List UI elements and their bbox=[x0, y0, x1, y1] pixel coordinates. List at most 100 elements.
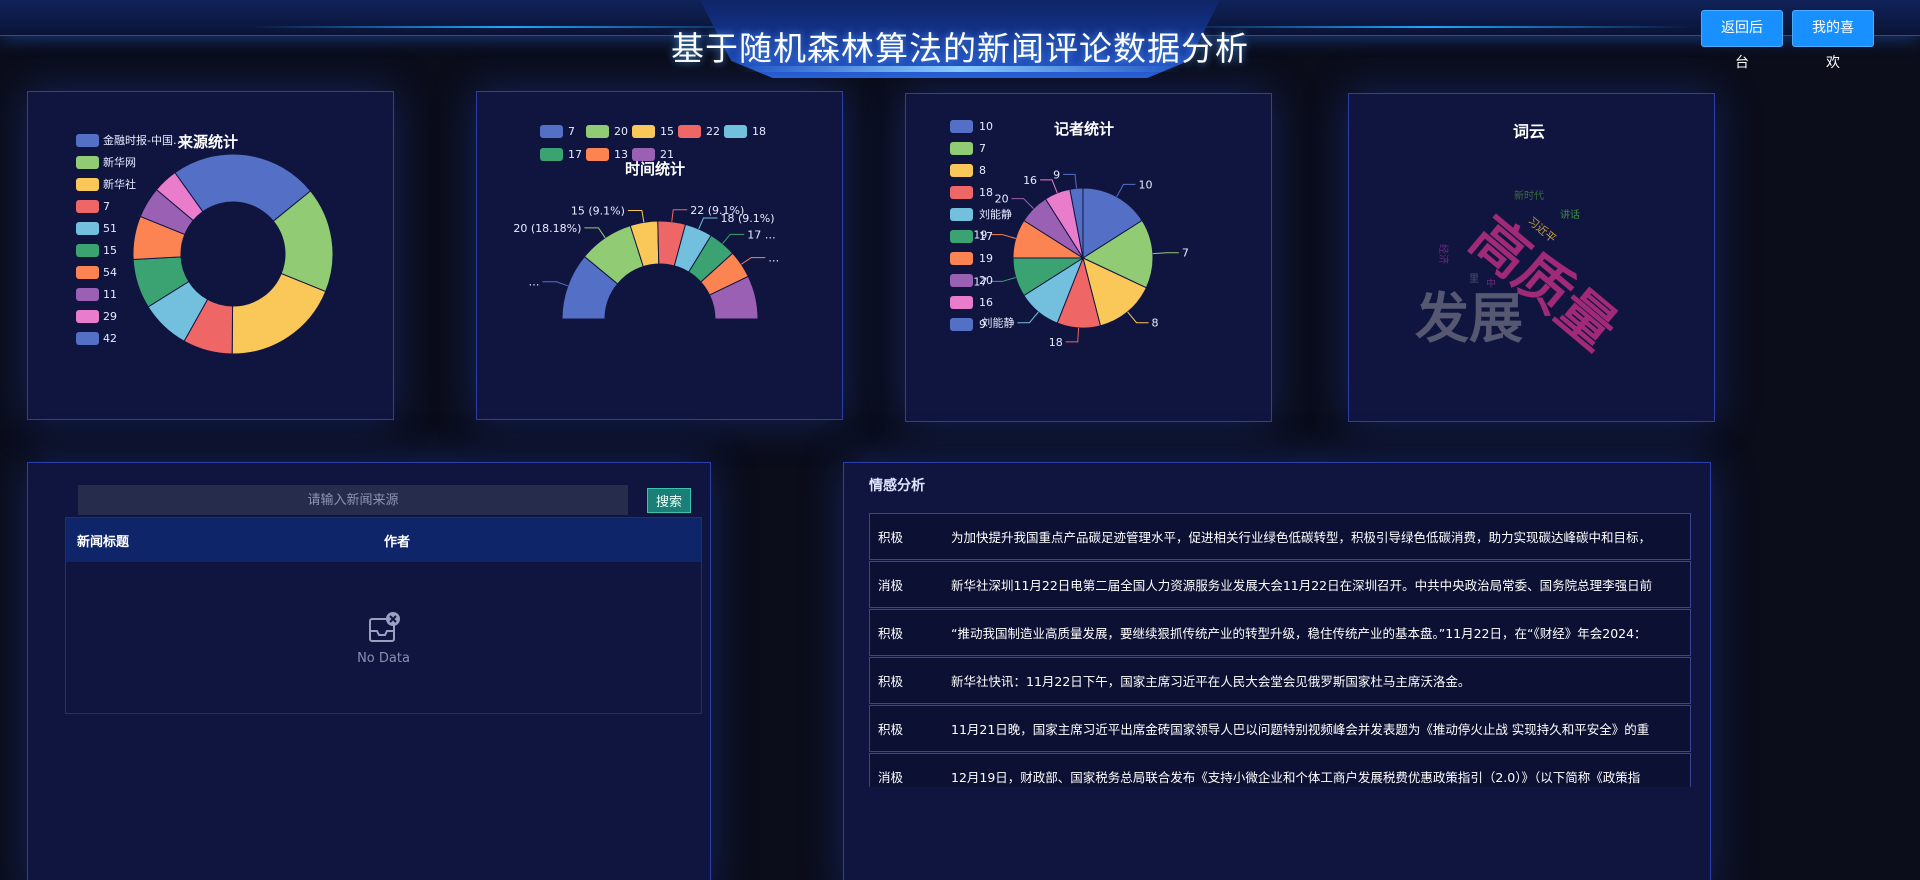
news-search-panel: 搜索 新闻标题 作者 No Data bbox=[27, 462, 711, 880]
legend-label: 17 bbox=[568, 148, 582, 161]
time-data-label: 18 (9.1%) bbox=[720, 212, 774, 225]
legend-swatch[interactable] bbox=[540, 125, 563, 138]
label-line bbox=[1116, 183, 1136, 197]
legend-label: 9 bbox=[979, 318, 986, 331]
legend-label: 7 bbox=[103, 200, 110, 213]
legend-swatch[interactable] bbox=[678, 125, 701, 138]
label-line bbox=[1127, 311, 1149, 324]
legend-swatch[interactable] bbox=[76, 266, 99, 279]
label-line bbox=[1011, 198, 1034, 209]
legend-swatch[interactable] bbox=[76, 134, 99, 147]
column-header-author[interactable]: 作者 bbox=[384, 531, 701, 550]
legend-label: 7 bbox=[979, 142, 986, 155]
legend-label: 42 bbox=[103, 332, 117, 345]
time-stats-chart: …20 (18.18%)15 (9.1%) 22 (9.1%)18 (9.1%)1… bbox=[513, 125, 779, 320]
sentiment-label: 积极 bbox=[878, 530, 904, 545]
label-line bbox=[990, 234, 1016, 239]
reporter-data-label: 16 bbox=[1023, 174, 1037, 187]
sentiment-label: 积极 bbox=[878, 722, 904, 737]
legend-swatch[interactable] bbox=[950, 120, 973, 133]
time-data-label: … bbox=[768, 252, 779, 265]
label-line bbox=[584, 227, 606, 239]
empty-state: No Data bbox=[66, 562, 701, 714]
legend-swatch[interactable] bbox=[76, 222, 99, 235]
legend-swatch[interactable] bbox=[950, 164, 973, 177]
legend-label: 19 bbox=[979, 252, 993, 265]
legend-label: 17 bbox=[979, 230, 993, 243]
reporter-data-label: 7 bbox=[1182, 247, 1189, 260]
legend-label: 20 bbox=[979, 274, 993, 287]
legend-swatch[interactable] bbox=[586, 125, 609, 138]
legend-swatch[interactable] bbox=[76, 156, 99, 169]
source-stats-panel: 金融时报-中国… 新华网 新华社 7 51 15 54 11 29 42 来源统计 bbox=[27, 91, 394, 420]
sentiment-row[interactable]: 积极 为加快提升我国重点产品碳足迹管理水平，促进相关行业绿色低碳转型，积极引导绿色… bbox=[869, 513, 1691, 560]
word-jianghua: 讲话 bbox=[1560, 208, 1580, 221]
label-line bbox=[542, 281, 568, 287]
legend-swatch[interactable] bbox=[76, 288, 99, 301]
legend-label: 新华网 bbox=[103, 155, 136, 169]
legend-swatch[interactable] bbox=[950, 230, 973, 243]
legend-label: 18 bbox=[979, 186, 993, 199]
legend-label: 22 bbox=[706, 125, 720, 138]
legend-swatch[interactable] bbox=[76, 244, 99, 257]
legend-label: 10 bbox=[979, 120, 993, 133]
reporter-data-label: 8 bbox=[1152, 317, 1159, 330]
reporter-stats-panel: 10 7 8 18 刘能静 17 19 20 16 9 10 7 8 18 刘能静 17 19 20 16 9 记者统计 bbox=[905, 93, 1272, 422]
back-to-admin-button[interactable]: 返回后台 bbox=[1701, 10, 1783, 71]
sentiment-row[interactable]: 积极 “推动我国制造业高质量发展，要继续狠抓传统产业的转型升级，稳住传统产业的基本… bbox=[869, 609, 1691, 656]
legend-label: 金融时报-中国… bbox=[103, 133, 184, 147]
legend-swatch[interactable] bbox=[950, 318, 973, 331]
legend-swatch[interactable] bbox=[950, 252, 973, 265]
reporter-data-label: 刘能静 bbox=[981, 316, 1014, 330]
time-data-label: … bbox=[529, 276, 540, 289]
wordcloud-chart: 词云 高质量 发展 习近平 讲话 新时代 经济 中 里 bbox=[1415, 122, 1628, 363]
label-line bbox=[722, 233, 745, 244]
sentiment-row[interactable]: 积极 新华社快讯：11月22日下午，国家主席习近平在人民大会堂会见俄罗斯国家杜马主… bbox=[869, 657, 1691, 704]
legend-swatch[interactable] bbox=[586, 148, 609, 161]
legend-swatch[interactable] bbox=[76, 332, 99, 345]
legend-swatch[interactable] bbox=[540, 148, 563, 161]
label-line bbox=[741, 257, 766, 265]
legend-swatch[interactable] bbox=[724, 125, 747, 138]
legend-swatch[interactable] bbox=[950, 274, 973, 287]
legend-swatch[interactable] bbox=[950, 208, 973, 221]
label-line bbox=[1152, 252, 1179, 255]
label-line bbox=[990, 277, 1016, 282]
sentiment-row[interactable]: 消极 12月19日，财政部、国家税务总局联合发布《支持小微企业和个体工商户发展税费… bbox=[869, 753, 1691, 787]
search-button[interactable]: 搜索 bbox=[647, 488, 691, 513]
label-line bbox=[1063, 173, 1077, 189]
source-stats-chart: 金融时报-中国… 新华网新华社 7 51 15 54 11 29 42 来源统计 bbox=[76, 133, 334, 355]
legend-label: 15 bbox=[660, 125, 674, 138]
label-line bbox=[1065, 327, 1080, 343]
wordcloud-title: 词云 bbox=[1513, 122, 1545, 141]
source-chart-title: 来源统计 bbox=[177, 133, 238, 151]
sentiment-label: 消极 bbox=[878, 578, 904, 593]
sentiment-row[interactable]: 积极 11月21日晚，国家主席习近平出席金砖国家领导人巴以问题特别视频峰会并发表题… bbox=[869, 705, 1691, 752]
sentiment-row[interactable]: 消极 新华社深圳11月22日电第二届全国人力资源服务业发展大会11月22日在深圳召… bbox=[869, 561, 1691, 608]
word-jingji: 经济 bbox=[1437, 244, 1450, 264]
news-text: 11月21日晚，国家主席习近平出席金砖国家领导人巴以问题特别视频峰会并发表题为《… bbox=[951, 722, 1650, 737]
legend-label: 18 bbox=[752, 125, 766, 138]
legend-swatch[interactable] bbox=[950, 296, 973, 309]
legend-label: 15 bbox=[103, 244, 117, 257]
news-source-search-input[interactable] bbox=[78, 485, 628, 515]
source-slice[interactable] bbox=[231, 272, 327, 355]
legend-swatch[interactable] bbox=[76, 200, 99, 213]
legend-swatch[interactable] bbox=[632, 125, 655, 138]
legend-swatch[interactable] bbox=[76, 178, 99, 191]
label-line bbox=[671, 209, 688, 222]
no-data-icon bbox=[368, 611, 400, 642]
legend-label: 51 bbox=[103, 222, 117, 235]
time-data-label: 20 (18.18%) bbox=[513, 222, 581, 235]
legend-label: 7 bbox=[568, 125, 575, 138]
legend-swatch[interactable] bbox=[76, 310, 99, 323]
reporter-data-label: 10 bbox=[1138, 178, 1152, 191]
legend-label: 8 bbox=[979, 164, 986, 177]
sentiment-list[interactable]: 积极 为加快提升我国重点产品碳足迹管理水平，促进相关行业绿色低碳转型，积极引导绿色… bbox=[869, 513, 1691, 787]
column-header-title[interactable]: 新闻标题 bbox=[66, 531, 384, 550]
legend-label: 16 bbox=[979, 296, 993, 309]
legend-swatch[interactable] bbox=[950, 186, 973, 199]
my-favorites-button[interactable]: 我的喜欢 bbox=[1792, 10, 1874, 71]
label-line bbox=[1040, 179, 1058, 194]
legend-swatch[interactable] bbox=[950, 142, 973, 155]
